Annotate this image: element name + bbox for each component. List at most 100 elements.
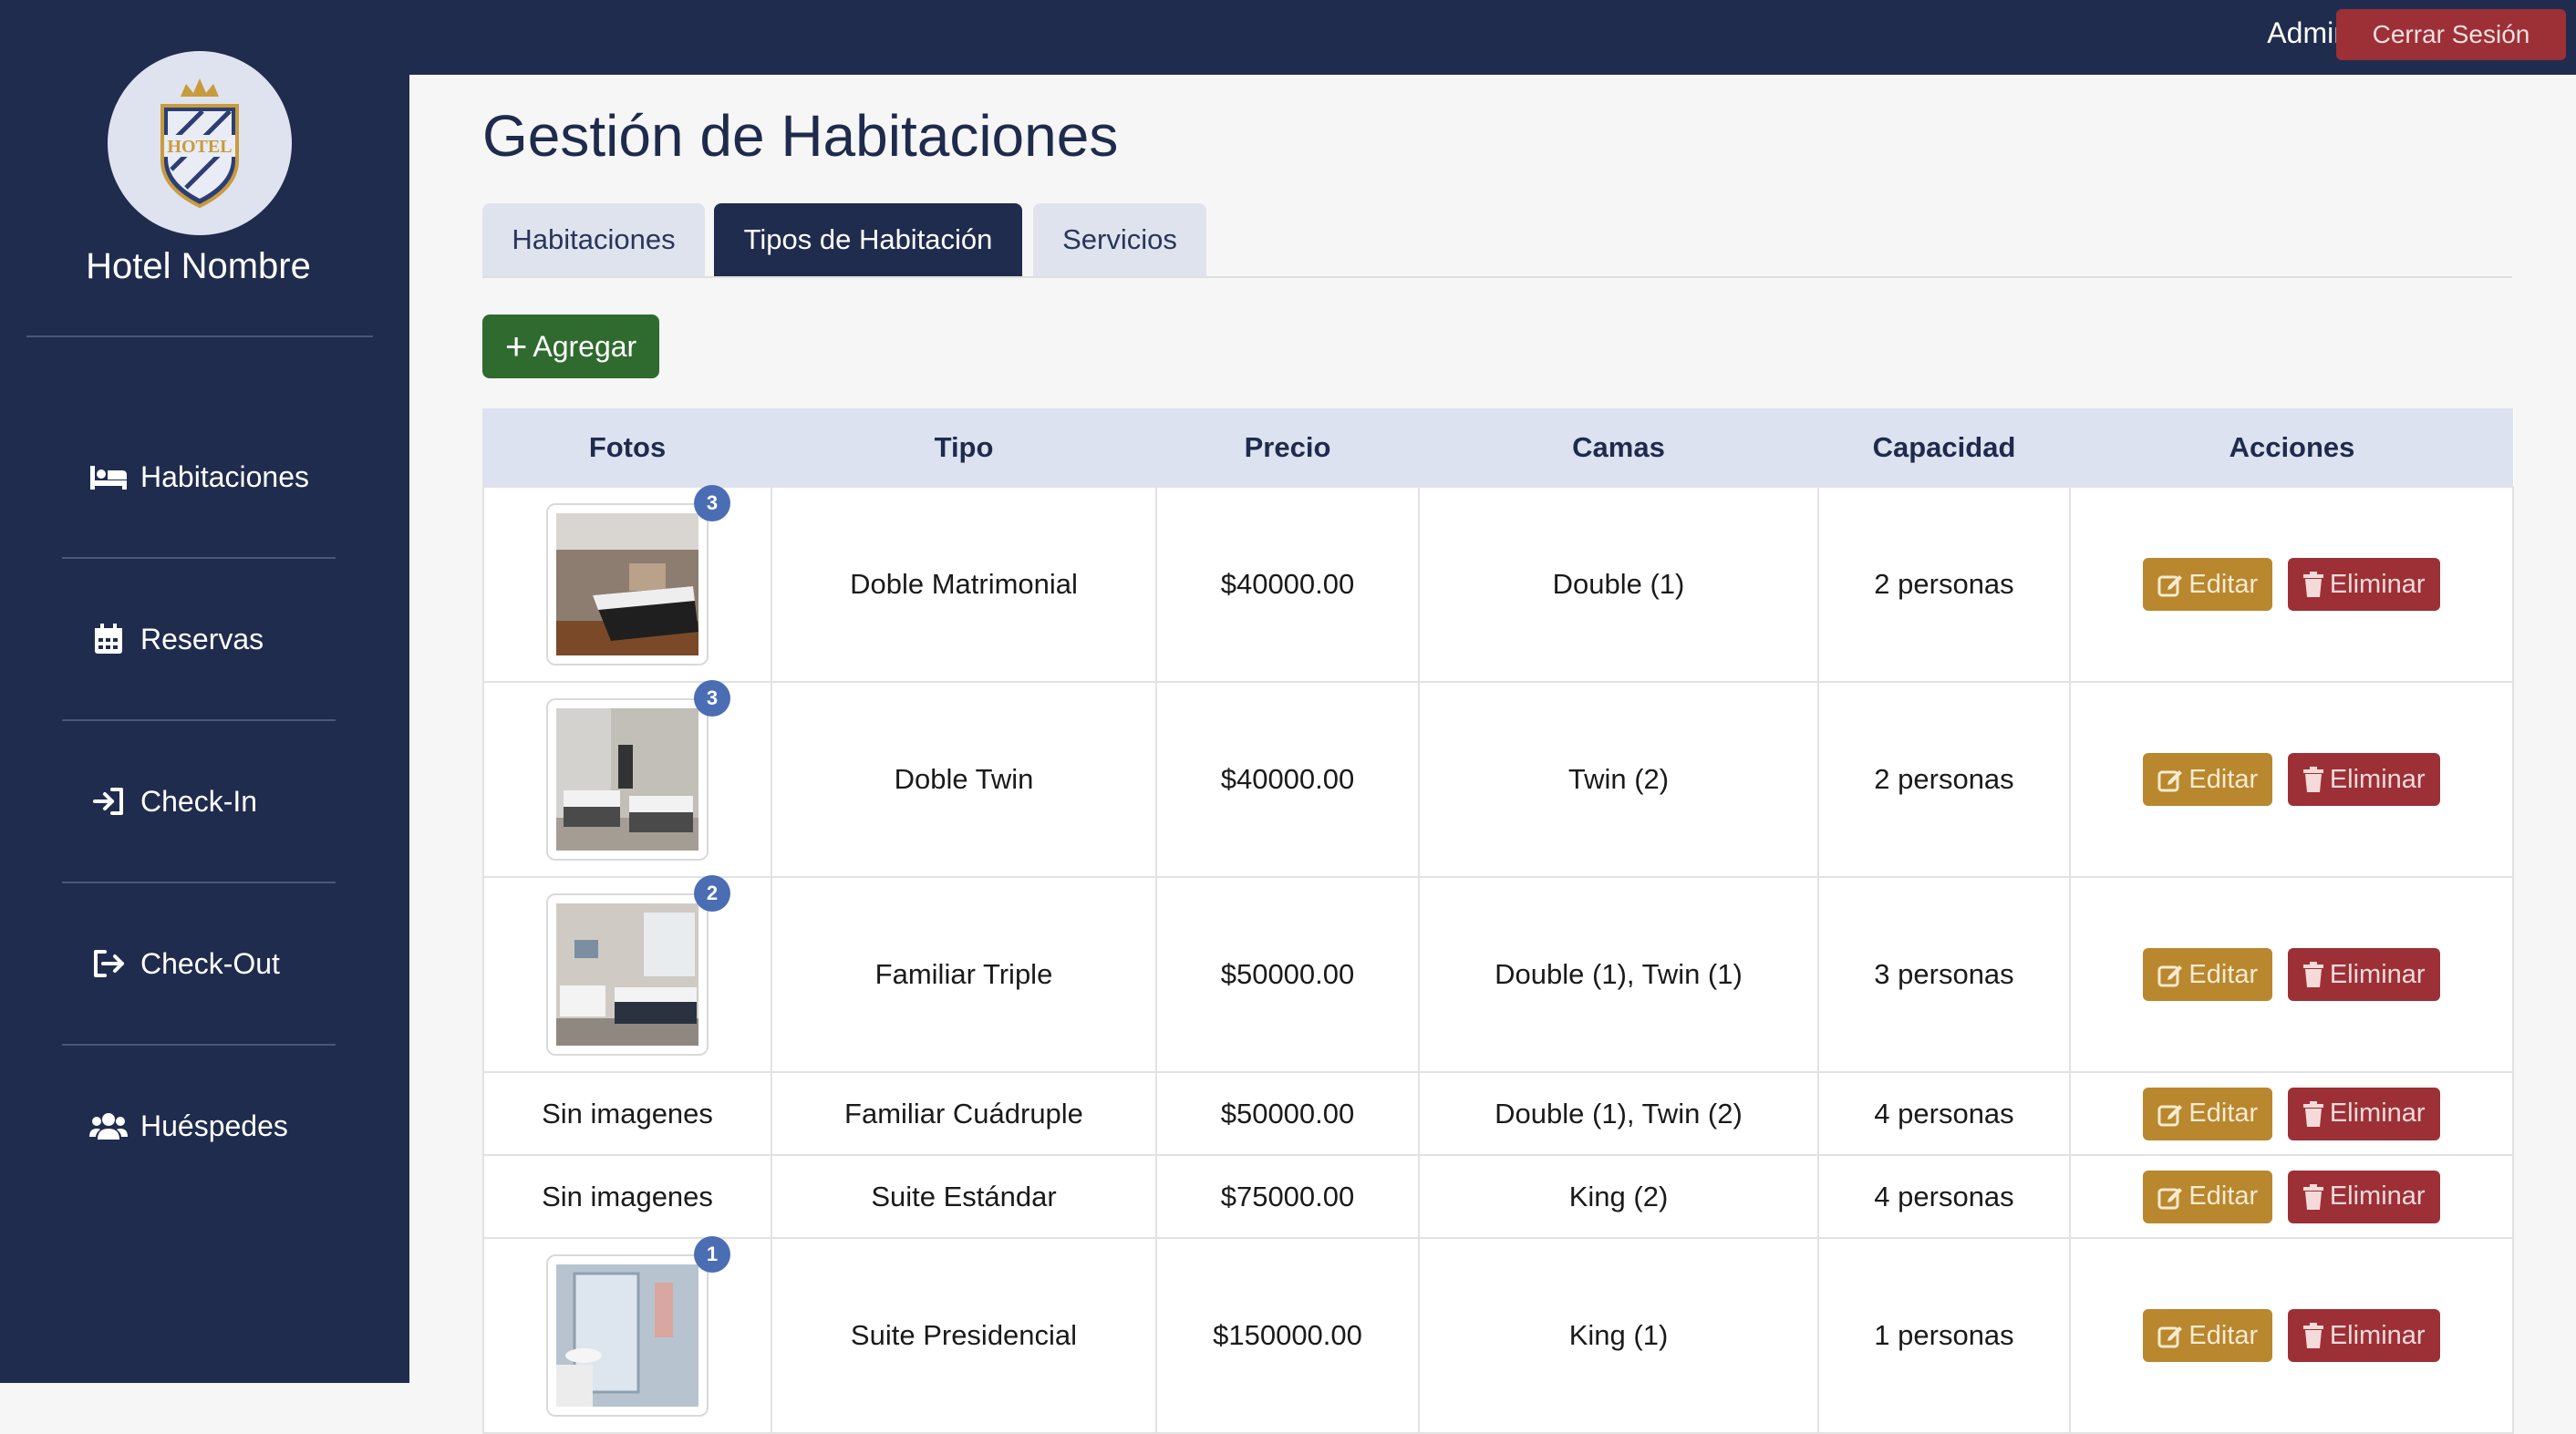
bed-icon bbox=[89, 459, 128, 495]
sidebar-item-check-in[interactable]: Check-In bbox=[89, 774, 257, 829]
users-icon bbox=[89, 1108, 128, 1144]
actions-cell: Editar Eliminar bbox=[2069, 1237, 2514, 1434]
edit-button[interactable]: Editar bbox=[2143, 948, 2273, 1001]
tab-habitaciones[interactable]: Habitaciones bbox=[482, 203, 705, 276]
sidebar-divider bbox=[62, 557, 336, 559]
edit-button[interactable]: Editar bbox=[2143, 753, 2273, 806]
edit-button-label: Editar bbox=[2188, 1181, 2259, 1211]
camas-cell: King (2) bbox=[1418, 1154, 1819, 1239]
actions-cell: Editar Eliminar bbox=[2069, 486, 2514, 683]
tipo-cell: Familiar Cuádruple bbox=[771, 1071, 1157, 1156]
room-photo-thumbnail[interactable]: 1 bbox=[546, 1236, 730, 1417]
table-header-row: Fotos Tipo Precio Camas Capacidad Accion… bbox=[482, 408, 2513, 487]
room-photo-thumbnail[interactable]: 2 bbox=[546, 875, 730, 1056]
sidebar-item-label: Huéspedes bbox=[140, 1109, 288, 1142]
delete-button[interactable]: Eliminar bbox=[2287, 1087, 2440, 1140]
photo-cell: 2 bbox=[482, 875, 772, 1073]
edit-button-label: Editar bbox=[2188, 1320, 2259, 1350]
delete-button[interactable]: Eliminar bbox=[2287, 1309, 2440, 1362]
capacidad-cell: 1 personas bbox=[1817, 1237, 2071, 1434]
delete-button[interactable]: Eliminar bbox=[2287, 753, 2440, 806]
page-title: Gestión de Habitaciones bbox=[482, 103, 1119, 169]
column-header-fotos: Fotos bbox=[482, 408, 771, 487]
photo-cell: Sin imagenes bbox=[482, 1071, 772, 1156]
calendar-icon bbox=[89, 621, 128, 657]
photo-count-badge: 3 bbox=[694, 680, 730, 717]
tab-servicios[interactable]: Servicios bbox=[1033, 203, 1206, 276]
sidebar-item-huespedes[interactable]: Huéspedes bbox=[89, 1099, 288, 1153]
edit-button[interactable]: Editar bbox=[2143, 1087, 2273, 1140]
camas-cell: Double (1), Twin (1) bbox=[1418, 876, 1819, 1073]
photo-count-badge: 3 bbox=[694, 485, 730, 521]
table-row: Sin imagenes Suite Estándar $75000.00 Ki… bbox=[482, 1154, 2514, 1239]
tipo-cell: Suite Presidencial bbox=[771, 1237, 1157, 1434]
tab-bar: Habitaciones Tipos de Habitación Servici… bbox=[482, 203, 2512, 278]
camas-cell: King (1) bbox=[1418, 1237, 1819, 1434]
edit-icon bbox=[2157, 1326, 2183, 1348]
sign-out-icon bbox=[89, 945, 128, 982]
capacidad-cell: 2 personas bbox=[1817, 486, 2071, 683]
sidebar-item-label: Habitaciones bbox=[140, 459, 309, 493]
logout-button[interactable]: Cerrar Sesión bbox=[2336, 9, 2566, 60]
sidebar-item-check-out[interactable]: Check-Out bbox=[89, 936, 280, 991]
sidebar-item-label: Check-Out bbox=[140, 946, 280, 980]
table-row: 3 Doble Twin $40000.00 Twin (2) 2 person… bbox=[482, 680, 2514, 878]
photo-cell: 1 bbox=[482, 1236, 772, 1434]
delete-button[interactable]: Eliminar bbox=[2287, 1170, 2440, 1223]
trash-icon bbox=[2302, 572, 2323, 597]
precio-cell: $40000.00 bbox=[1155, 681, 1420, 878]
delete-button[interactable]: Eliminar bbox=[2287, 948, 2440, 1001]
photo-cell: Sin imagenes bbox=[482, 1154, 772, 1239]
sidebar-divider bbox=[26, 335, 373, 337]
room-photo-image bbox=[556, 1264, 698, 1407]
trash-icon bbox=[2302, 767, 2323, 792]
capacidad-cell: 2 personas bbox=[1817, 681, 2071, 878]
sidebar-item-label: Check-In bbox=[140, 784, 258, 818]
actions-cell: Editar Eliminar bbox=[2069, 1071, 2514, 1156]
tipo-cell: Doble Twin bbox=[771, 681, 1157, 878]
table-row: 3 Doble Matrimonial $40000.00 Double (1)… bbox=[482, 485, 2514, 683]
sign-in-icon bbox=[89, 783, 128, 820]
tipo-cell: Suite Estándar bbox=[771, 1154, 1157, 1239]
precio-cell: $150000.00 bbox=[1155, 1237, 1420, 1434]
edit-button-label: Editar bbox=[2188, 1099, 2259, 1128]
actions-cell: Editar Eliminar bbox=[2069, 876, 2514, 1073]
capacidad-cell: 4 personas bbox=[1817, 1071, 2071, 1156]
table-row: 2 Familiar Triple $50000.00 Double (1), … bbox=[482, 875, 2514, 1073]
delete-button[interactable]: Eliminar bbox=[2287, 558, 2440, 611]
delete-button-label: Eliminar bbox=[2329, 959, 2426, 989]
add-button[interactable]: + Agregar bbox=[482, 315, 659, 378]
delete-button-label: Eliminar bbox=[2329, 569, 2426, 599]
precio-cell: $50000.00 bbox=[1155, 876, 1420, 1073]
delete-button-label: Eliminar bbox=[2329, 1181, 2426, 1211]
tab-tipos-de-habitacion[interactable]: Tipos de Habitación bbox=[714, 203, 1022, 276]
column-header-capacidad: Capacidad bbox=[1817, 408, 2070, 487]
delete-button-label: Eliminar bbox=[2329, 1099, 2426, 1128]
edit-icon bbox=[2157, 1104, 2183, 1126]
sidebar-item-habitaciones[interactable]: Habitaciones bbox=[89, 449, 309, 504]
sidebar-item-reservas[interactable]: Reservas bbox=[89, 612, 264, 666]
actions-cell: Editar Eliminar bbox=[2069, 681, 2514, 878]
room-types-table: Fotos Tipo Precio Camas Capacidad Accion… bbox=[482, 408, 2514, 1434]
add-button-label: Agregar bbox=[533, 329, 637, 363]
top-bar: Admin Cerrar Sesión bbox=[409, 0, 2576, 75]
room-photo-thumbnail[interactable]: 3 bbox=[546, 680, 730, 861]
room-photo-thumbnail[interactable]: 3 bbox=[546, 485, 730, 665]
photo-cell: 3 bbox=[482, 485, 772, 683]
delete-button-label: Eliminar bbox=[2329, 764, 2426, 794]
precio-cell: $50000.00 bbox=[1155, 1071, 1420, 1156]
edit-icon bbox=[2157, 965, 2183, 987]
sidebar-divider bbox=[62, 1044, 336, 1046]
plus-icon: + bbox=[504, 325, 528, 367]
column-header-precio: Precio bbox=[1155, 408, 1419, 487]
tipo-cell: Doble Matrimonial bbox=[771, 486, 1157, 683]
trash-icon bbox=[2302, 1100, 2323, 1127]
edit-button[interactable]: Editar bbox=[2143, 558, 2273, 611]
edit-button[interactable]: Editar bbox=[2143, 1170, 2273, 1223]
edit-button[interactable]: Editar bbox=[2143, 1309, 2273, 1362]
camas-cell: Double (1), Twin (2) bbox=[1418, 1071, 1819, 1156]
camas-cell: Twin (2) bbox=[1418, 681, 1819, 878]
column-header-tipo: Tipo bbox=[771, 408, 1156, 487]
photo-cell: 3 bbox=[482, 680, 772, 878]
delete-button-label: Eliminar bbox=[2329, 1320, 2426, 1350]
